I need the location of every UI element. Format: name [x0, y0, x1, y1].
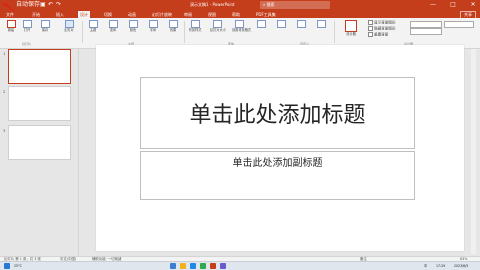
ribbon-separator	[184, 21, 185, 43]
ribbon-dropdown-1[interactable]	[410, 21, 442, 28]
tab-pdf-tools[interactable]: PDF工具集	[254, 11, 278, 18]
ribbon-button-d[interactable]	[314, 20, 328, 28]
ribbon-tabs: 文件 开始 插入 设计 切换 动画 幻灯片放映 审阅 视图 帮助 PDF工具集 …	[0, 10, 480, 19]
slide-thumbnail-1[interactable]	[8, 49, 71, 84]
window-title: 演示文稿1 - PowerPoint	[190, 2, 235, 7]
slide-icon	[64, 20, 74, 28]
tab-view[interactable]: 视图	[206, 11, 218, 18]
ribbon-effects-button[interactable]: 效果	[166, 20, 180, 32]
slide-thumbnail-2[interactable]	[8, 86, 71, 121]
redo-icon[interactable]: ↷	[56, 1, 61, 9]
ribbon-fonts-button[interactable]: 字体	[146, 20, 160, 32]
slide-canvas[interactable]: 单击此处添加标题 单击此处添加副标题	[96, 45, 464, 251]
ribbon-colors-button[interactable]: 颜色	[126, 20, 140, 32]
tab-design[interactable]: 设计	[78, 11, 90, 18]
format-background-icon	[234, 20, 244, 28]
background-style-icon	[190, 20, 200, 28]
slide-size-icon	[212, 20, 222, 28]
layout-icon	[256, 20, 266, 28]
effects-icon	[168, 20, 178, 28]
tab-file[interactable]: 文件	[4, 11, 16, 18]
windows-start-icon[interactable]	[4, 263, 10, 269]
annotation-arrow-icon	[3, 3, 15, 12]
tab-insert[interactable]: 插入	[54, 11, 66, 18]
tab-help[interactable]: 帮助	[230, 11, 242, 18]
undo-icon[interactable]: ↶	[48, 1, 53, 9]
ribbon-save-button[interactable]: 保存	[38, 20, 52, 32]
ribbon-separator	[334, 21, 335, 43]
tab-slideshow[interactable]: 幻灯片放映	[150, 11, 174, 18]
autosave-label[interactable]: 自动保存	[16, 1, 40, 9]
ribbon-dropdown-3[interactable]	[444, 21, 474, 28]
option-reset-bg[interactable]: 重置背景	[368, 32, 388, 38]
checkbox-icon	[368, 26, 373, 31]
vertical-scrollbar[interactable]	[471, 49, 476, 254]
save-icon[interactable]: ▣	[40, 1, 46, 9]
subtitle-placeholder[interactable]: 单击此处添加副标题	[140, 151, 415, 200]
tab-animations[interactable]: 动画	[126, 11, 138, 18]
ribbon-slide-button[interactable]: 幻灯片	[60, 20, 78, 32]
ribbon-new-button[interactable]: 新建	[4, 20, 18, 32]
explorer-icon[interactable]	[180, 263, 186, 269]
close-button[interactable]: ✕	[466, 0, 480, 10]
ribbon-button-a[interactable]	[254, 20, 268, 28]
ribbon-button-c[interactable]	[294, 20, 308, 28]
new-icon	[6, 20, 16, 28]
tab-home[interactable]: 开始	[30, 11, 42, 18]
save-file-icon	[40, 20, 50, 28]
ribbon-format-bg-button[interactable]: 设置背景格式	[232, 20, 251, 32]
title-placeholder[interactable]: 单击此处添加标题	[140, 77, 415, 149]
layout-icon	[276, 20, 286, 28]
layout-icon	[296, 20, 306, 28]
slide-thumbnails-pane: 1 2 3	[0, 49, 79, 256]
app-icon[interactable]	[220, 263, 226, 269]
slide-number: 3	[3, 128, 6, 133]
option-hide-bg[interactable]: 隐藏背景图形	[368, 26, 396, 32]
title-bar: 自动保存 ▣ ↶ ↷ 演示文稿1 - PowerPoint ⌕ 搜索 — □ ✕	[0, 0, 480, 10]
open-icon	[22, 20, 32, 28]
tab-review[interactable]: 审阅	[182, 11, 194, 18]
checkbox-icon	[368, 20, 373, 25]
ribbon-theme-button[interactable]: 主题	[86, 20, 100, 32]
ribbon-button-b[interactable]	[274, 20, 288, 28]
search-box[interactable]: ⌕ 搜索	[260, 1, 330, 9]
ribbon-variant-button[interactable]: 变体	[106, 20, 120, 32]
chat-icon[interactable]	[200, 263, 206, 269]
minimize-button[interactable]: —	[426, 0, 440, 10]
browser-icon[interactable]	[190, 263, 196, 269]
slide-number: 1	[3, 51, 6, 56]
ribbon-separator	[82, 21, 83, 43]
variant-icon	[108, 20, 118, 28]
option-show-bg[interactable]: 显示背景图形	[368, 20, 396, 26]
slide-number: 2	[3, 89, 6, 94]
ribbon-designer-button[interactable]: 设计器	[340, 20, 362, 36]
colors-icon	[128, 20, 138, 28]
ribbon-slidesize-button[interactable]: 幻灯片大小	[210, 20, 226, 32]
theme-icon	[88, 20, 98, 28]
slide-thumbnail-3[interactable]	[8, 125, 71, 160]
search-taskbar-icon[interactable]	[170, 263, 176, 269]
group-label-slides: 幻灯片	[22, 42, 32, 46]
designer-icon	[345, 20, 357, 32]
checkbox-icon	[368, 32, 373, 37]
maximize-button[interactable]: □	[446, 0, 460, 10]
ribbon-bgstyle-button[interactable]: 背景样式	[188, 20, 202, 32]
layout-icon	[316, 20, 326, 28]
powerpoint-icon[interactable]	[210, 263, 216, 269]
ribbon-dropdown-2[interactable]	[410, 28, 442, 35]
ribbon-open-button[interactable]: 打开	[20, 20, 34, 32]
fonts-icon	[148, 20, 158, 28]
search-placeholder: 搜索	[266, 2, 275, 7]
tab-transitions[interactable]: 切换	[102, 11, 114, 18]
